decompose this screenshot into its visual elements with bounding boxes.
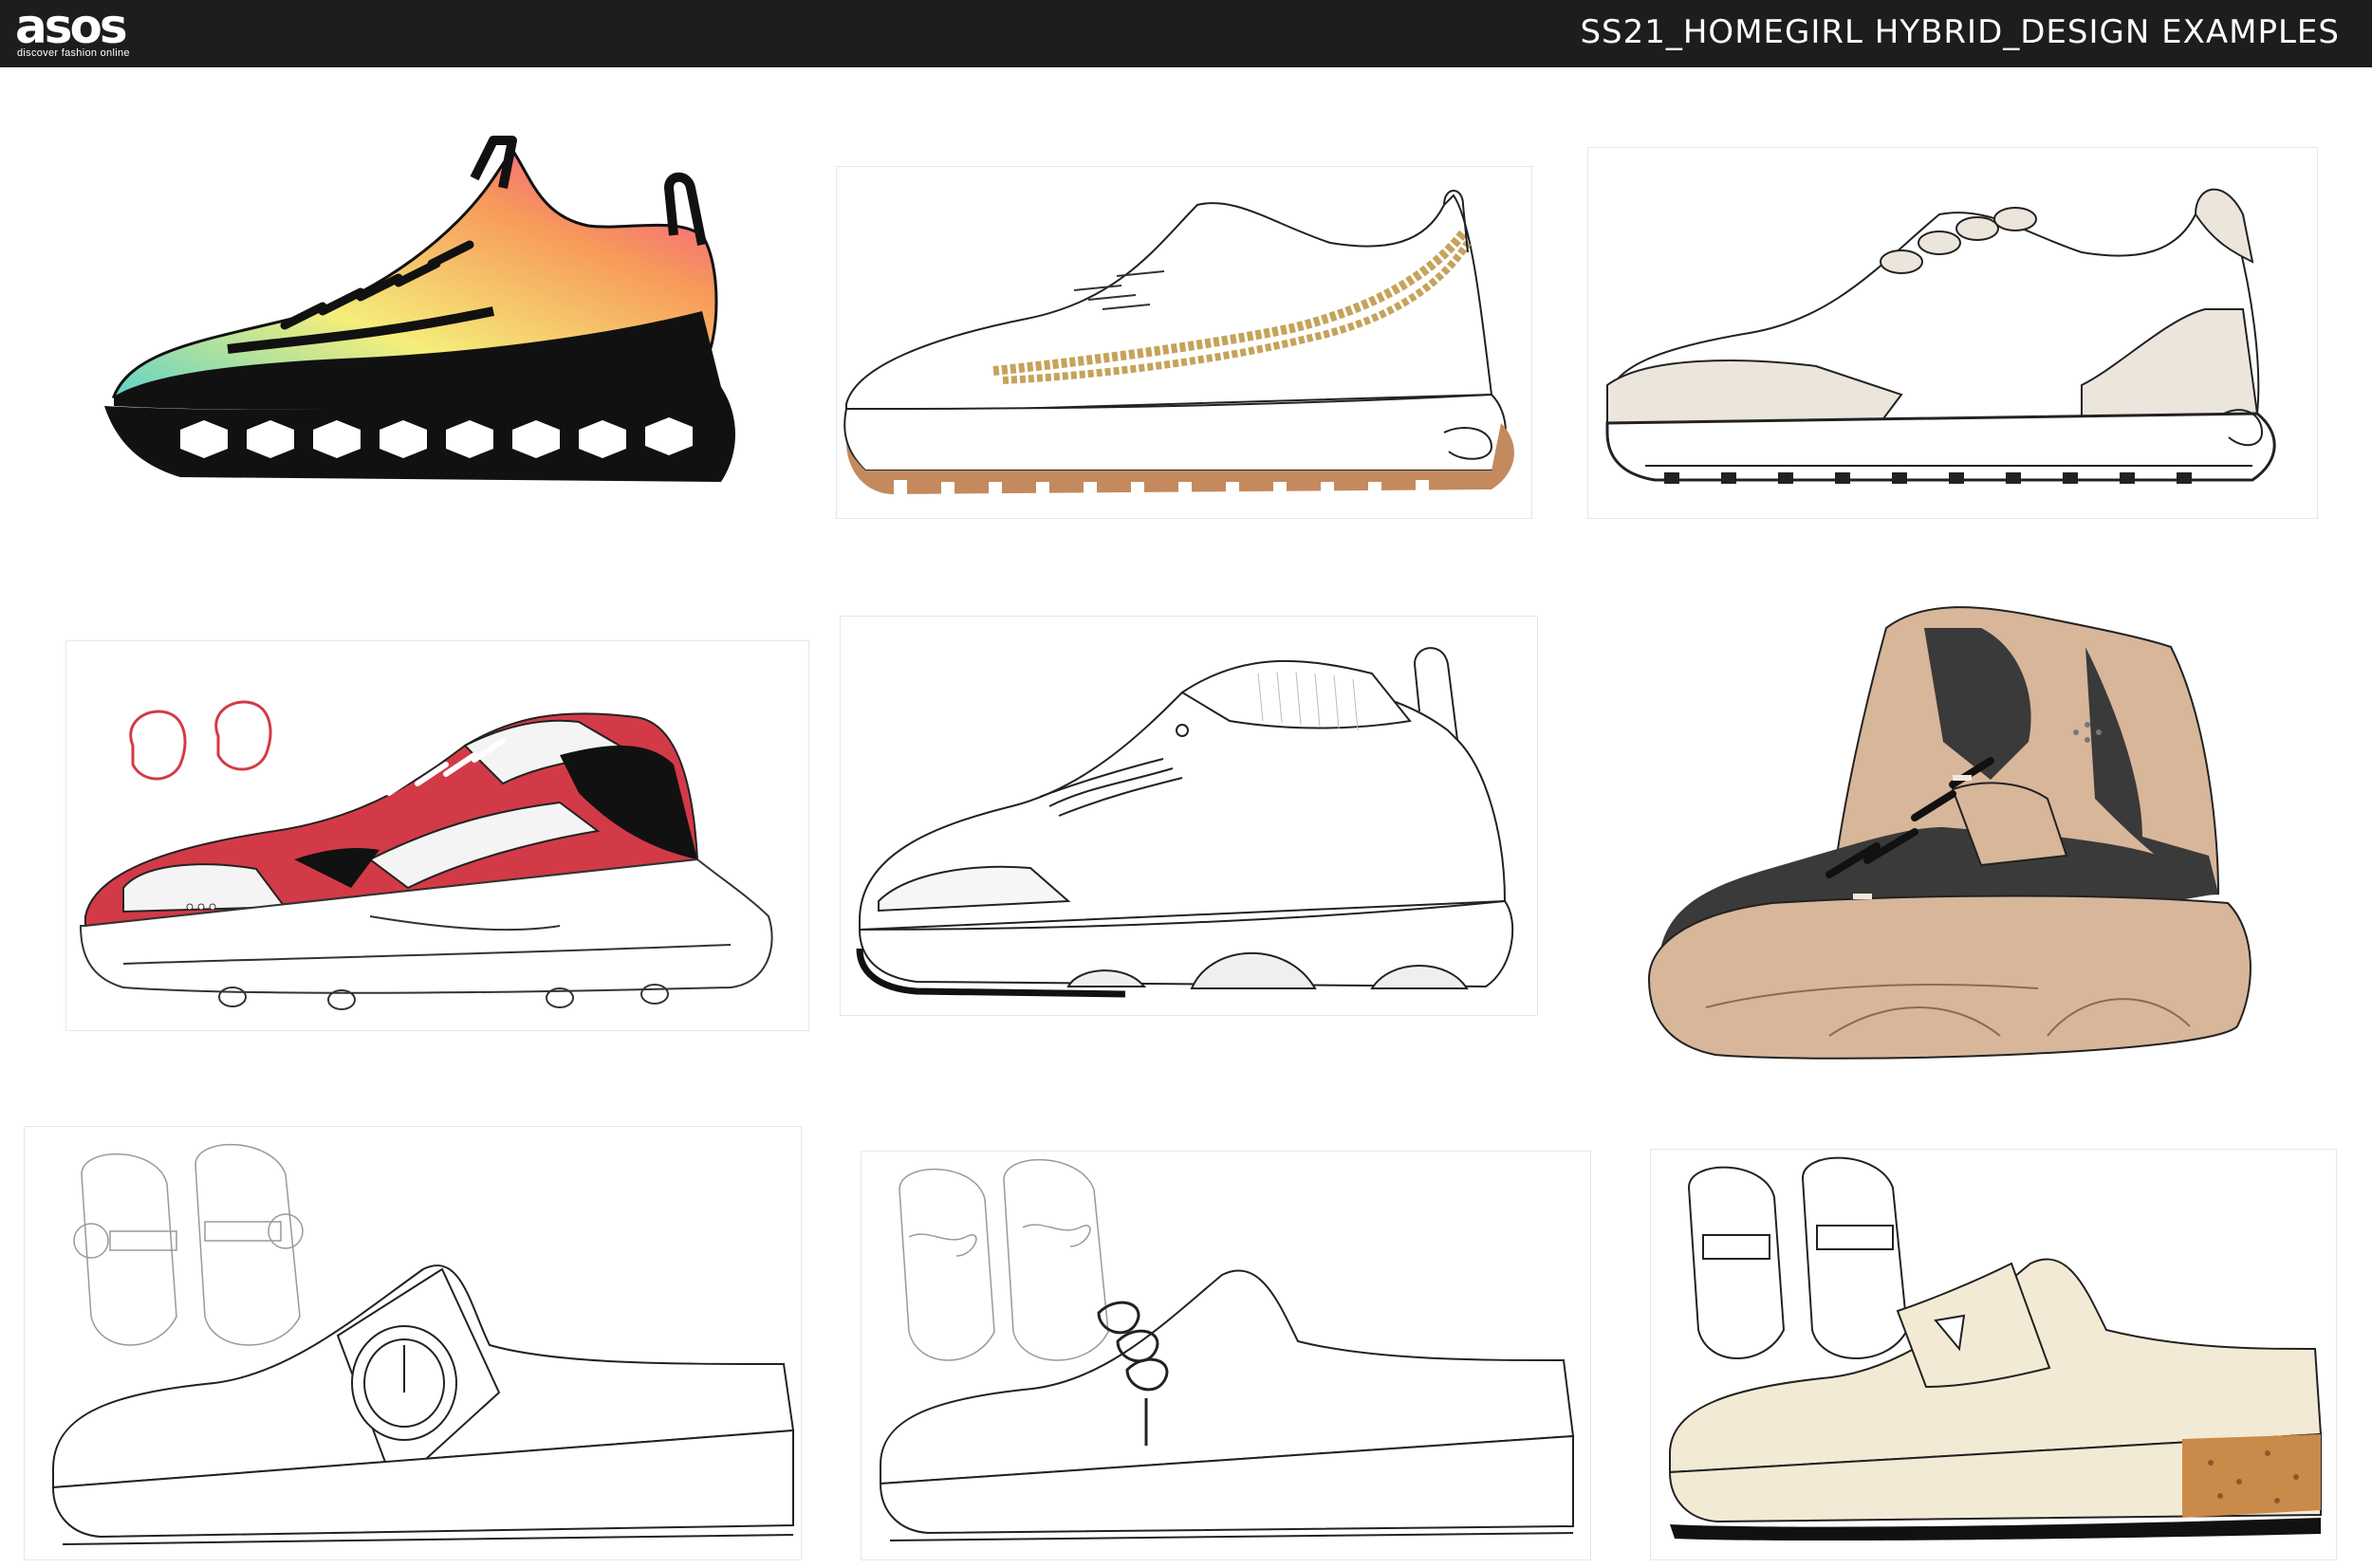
design-panel-8 (861, 1151, 1591, 1560)
page-header: asos discover fashion online SS21_HOMEGI… (0, 0, 2372, 67)
sneaker-icon (856, 647, 1514, 998)
clog-icon (51, 1143, 795, 1545)
sneaker-icon (104, 136, 735, 482)
design-panel-3 (1587, 147, 2318, 519)
design-panel-7 (24, 1126, 802, 1560)
logo-tagline: discover fashion online (17, 47, 130, 59)
design-panel-6 (1640, 590, 2357, 1083)
design-panel-1 (95, 121, 748, 507)
design-panel-5 (840, 616, 1538, 1016)
asos-logo: asos discover fashion online (15, 0, 158, 63)
sneaker-icon (843, 190, 1514, 496)
page-title: SS21_HOMEGIRL HYBRID_DESIGN EXAMPLES (1580, 13, 2340, 51)
sneaker-icon (79, 700, 773, 1010)
design-panel-2 (836, 166, 1532, 519)
design-panel-9 (1650, 1149, 2337, 1560)
clog-icon (1668, 1156, 2323, 1541)
sneaker-icon (1605, 188, 2276, 484)
design-panel-4 (65, 640, 809, 1031)
clog-icon (879, 1158, 1575, 1541)
boot-icon (1647, 606, 2252, 1060)
